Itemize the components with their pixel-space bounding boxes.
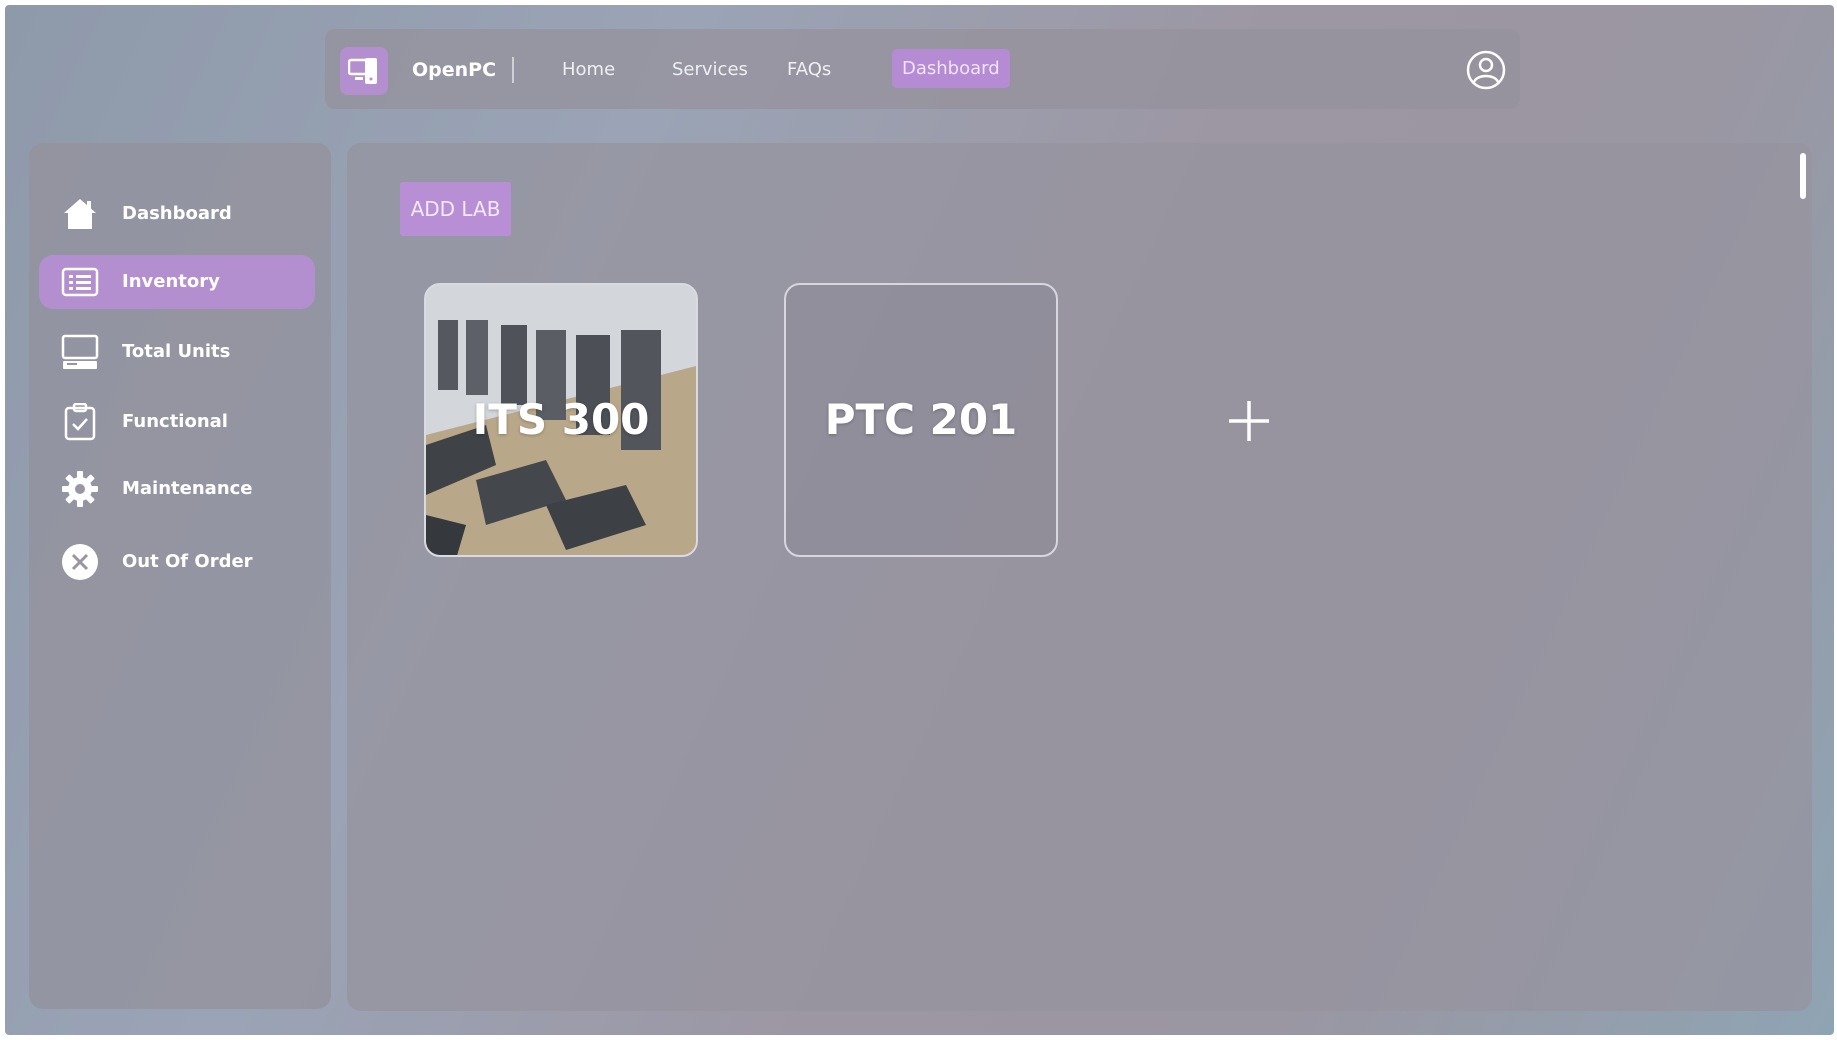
sidebar-item-label: Total Units [122,341,231,362]
sidebar-item-maintenance[interactable]: Maintenance [39,462,315,516]
lab-card-title: ITS 300 [472,395,650,444]
lab-card-ptc-201[interactable]: PTC 201 [784,283,1058,557]
app-screen: OpenPC Home Services FAQs Dashboard Dash… [5,5,1834,1035]
sidebar-item-label: Functional [122,411,228,432]
computer-icon [61,334,99,369]
nav-link-home[interactable]: Home [562,59,615,80]
lab-card-title: PTC 201 [824,395,1018,444]
gear-icon [62,471,98,507]
sidebar-item-out-of-order[interactable]: Out Of Order [39,535,315,589]
nav-link-dashboard[interactable]: Dashboard [892,49,1010,88]
brand-name[interactable]: OpenPC [412,59,496,81]
sidebar-item-inventory[interactable]: Inventory [39,255,315,309]
sidebar-item-label: Dashboard [122,203,232,224]
nav-link-services[interactable]: Services [672,59,748,80]
plus-icon[interactable] [1227,399,1271,443]
logo-icon [348,58,377,84]
sidebar-item-label: Maintenance [122,478,253,499]
sidebar-item-dashboard[interactable]: Dashboard [39,187,315,241]
add-lab-button[interactable]: ADD LAB [400,182,511,236]
sidebar-item-label: Inventory [122,271,220,292]
brand-divider [512,57,514,83]
main-panel: ADD LAB ITS 300 PTC 201 [347,143,1812,1011]
clipboard-check-icon [64,403,96,441]
inventory-icon [61,267,99,297]
sidebar-item-total-units[interactable]: Total Units [39,325,315,379]
sidebar-item-functional[interactable]: Functional [39,395,315,449]
lab-card-its-300[interactable]: ITS 300 [424,283,698,557]
user-account-icon[interactable] [1465,49,1507,91]
sidebar: Dashboard Inventory Total Units Function… [29,143,331,1009]
nav-link-faqs[interactable]: FAQs [787,59,831,80]
scrollbar-thumb[interactable] [1800,153,1806,199]
openpc-logo[interactable] [340,47,388,95]
sidebar-item-label: Out Of Order [122,551,253,572]
x-circle-icon [62,544,98,580]
home-icon [64,199,96,229]
top-navbar: OpenPC Home Services FAQs Dashboard [325,29,1520,109]
